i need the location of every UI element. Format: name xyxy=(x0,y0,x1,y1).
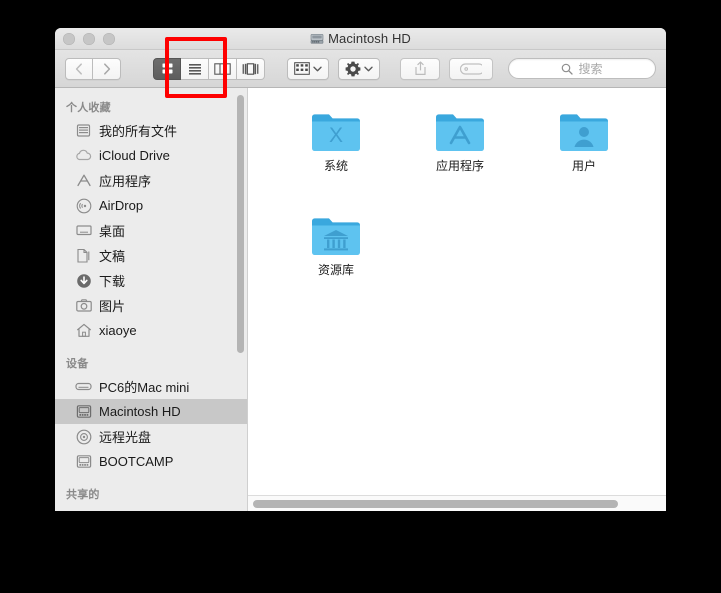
folder-applications-icon xyxy=(436,114,484,151)
sidebar-item-label: 我的所有文件 xyxy=(99,124,178,139)
sidebar-item-label: 桌面 xyxy=(99,224,126,239)
sidebar-item-bootcamp[interactable]: BOOTCAMP xyxy=(55,449,247,474)
sidebar-item-desktop[interactable]: 桌面 xyxy=(55,218,247,243)
file-item-label: 应用程序 xyxy=(435,159,484,173)
sidebar-item-applications[interactable]: 应用程序 xyxy=(55,168,247,193)
folder-library-icon xyxy=(312,218,360,255)
sidebar-item-label: 图片 xyxy=(99,299,126,314)
pictures-icon xyxy=(75,297,92,314)
sidebar-item-downloads[interactable]: 下载 xyxy=(55,268,247,293)
sidebar-item-label: iCloud Drive xyxy=(99,148,170,163)
sidebar-section-shared-header: 共享的 xyxy=(66,489,100,501)
file-item-label: 用户 xyxy=(571,159,596,173)
gear-icon xyxy=(345,61,361,76)
coverflow-view-button[interactable] xyxy=(237,57,265,80)
arrange-button[interactable] xyxy=(287,57,329,80)
optical-disc-icon xyxy=(75,428,92,445)
chevron-down-icon xyxy=(364,66,373,71)
sidebar-item-label: 下载 xyxy=(99,274,126,289)
all-files-icon xyxy=(75,122,92,139)
sidebar-item-macintosh-hd[interactable]: Macintosh HD xyxy=(55,399,247,424)
sidebar-item-mac-mini[interactable]: PC6的Mac mini xyxy=(55,374,247,399)
window-title-group: Macintosh HD xyxy=(55,28,666,49)
sidebar-item-airdrop[interactable]: AirDrop xyxy=(55,193,247,218)
navigation-buttons xyxy=(65,57,121,80)
home-icon xyxy=(75,322,92,339)
column-view-button[interactable] xyxy=(209,57,237,80)
icon-view-button[interactable] xyxy=(153,57,181,80)
icon-grid: X 系统 应用程序 用户 资源库 xyxy=(248,88,666,310)
back-button[interactable] xyxy=(65,57,93,80)
sidebar-item-pictures[interactable]: 图片 xyxy=(55,293,247,318)
chevron-down-icon xyxy=(313,66,322,71)
sidebar-item-label: AirDrop xyxy=(99,198,144,213)
sidebar-item-label: PC6的Mac mini xyxy=(99,380,190,395)
hard-drive-icon xyxy=(75,453,92,470)
close-button[interactable] xyxy=(63,32,75,45)
sidebar-item-label: Macintosh HD xyxy=(99,404,181,419)
search-placeholder: 搜索 xyxy=(578,62,603,76)
horizontal-scrollbar-thumb[interactable] xyxy=(253,500,618,508)
icloud-icon xyxy=(75,147,92,164)
action-button[interactable] xyxy=(338,57,380,80)
search-icon xyxy=(562,63,574,75)
sidebar-item-documents[interactable]: 文稿 xyxy=(55,243,247,268)
tag-button[interactable] xyxy=(449,57,493,80)
sidebar-section-devices-header: 设备 xyxy=(66,358,89,370)
window-body: 个人收藏 我的所有文件 iCloud Drive 应用程序 AirDrop 桌面… xyxy=(55,88,666,511)
search-input[interactable]: 搜索 xyxy=(508,58,656,79)
file-item-label: 资源库 xyxy=(317,263,354,277)
file-item-system[interactable]: X 系统 xyxy=(274,102,398,206)
downloads-icon xyxy=(75,272,92,289)
list-view-button[interactable] xyxy=(181,57,209,80)
horizontal-scrollbar-track xyxy=(248,495,666,511)
applications-icon xyxy=(75,172,92,189)
forward-button[interactable] xyxy=(93,57,121,80)
file-item-users[interactable]: 用户 xyxy=(522,102,646,206)
sidebar-item-label: 应用程序 xyxy=(99,174,152,189)
sidebar-item-label: xiaoye xyxy=(99,323,137,338)
svg-text:X: X xyxy=(329,124,343,147)
share-button[interactable] xyxy=(400,57,440,80)
traffic-lights xyxy=(55,32,115,45)
sidebar-item-home[interactable]: xiaoye xyxy=(55,318,247,343)
zoom-button[interactable] xyxy=(103,32,115,45)
computer-icon xyxy=(75,378,92,395)
file-item-applications[interactable]: 应用程序 xyxy=(398,102,522,206)
finder-window: Macintosh HD 搜索 个人收藏 我的所有文件 iCloud Drive… xyxy=(55,28,666,511)
sidebar: 个人收藏 我的所有文件 iCloud Drive 应用程序 AirDrop 桌面… xyxy=(55,88,248,511)
folder-system-icon: X xyxy=(312,114,360,151)
folder-users-icon xyxy=(560,114,608,151)
sidebar-item-all-my-files[interactable]: 我的所有文件 xyxy=(55,118,247,143)
tag-icon xyxy=(460,62,482,75)
minimize-button[interactable] xyxy=(83,32,95,45)
window-titlebar: Macintosh HD xyxy=(55,28,666,50)
airdrop-icon xyxy=(75,197,92,214)
sidebar-item-label: BOOTCAMP xyxy=(99,454,174,469)
sidebar-item-remote-disc[interactable]: 远程光盘 xyxy=(55,424,247,449)
share-icon xyxy=(414,61,426,75)
sidebar-scrollbar[interactable] xyxy=(237,95,244,353)
hard-drive-icon xyxy=(75,403,92,420)
sidebar-item-label: 远程光盘 xyxy=(99,430,152,445)
file-item-label: 系统 xyxy=(323,159,348,173)
sidebar-section-favorites-header: 个人收藏 xyxy=(66,102,111,114)
view-mode-group xyxy=(153,57,265,80)
sidebar-item-label: 文稿 xyxy=(99,249,126,264)
hard-drive-icon xyxy=(310,33,324,45)
sidebar-item-icloud-drive[interactable]: iCloud Drive xyxy=(55,143,247,168)
file-browser-content: X 系统 应用程序 用户 资源库 xyxy=(248,88,666,511)
documents-icon xyxy=(75,247,92,264)
finder-toolbar: 搜索 xyxy=(55,50,666,88)
desktop-icon xyxy=(75,222,92,239)
window-title: Macintosh HD xyxy=(328,31,411,46)
file-item-library[interactable]: 资源库 xyxy=(274,206,398,310)
